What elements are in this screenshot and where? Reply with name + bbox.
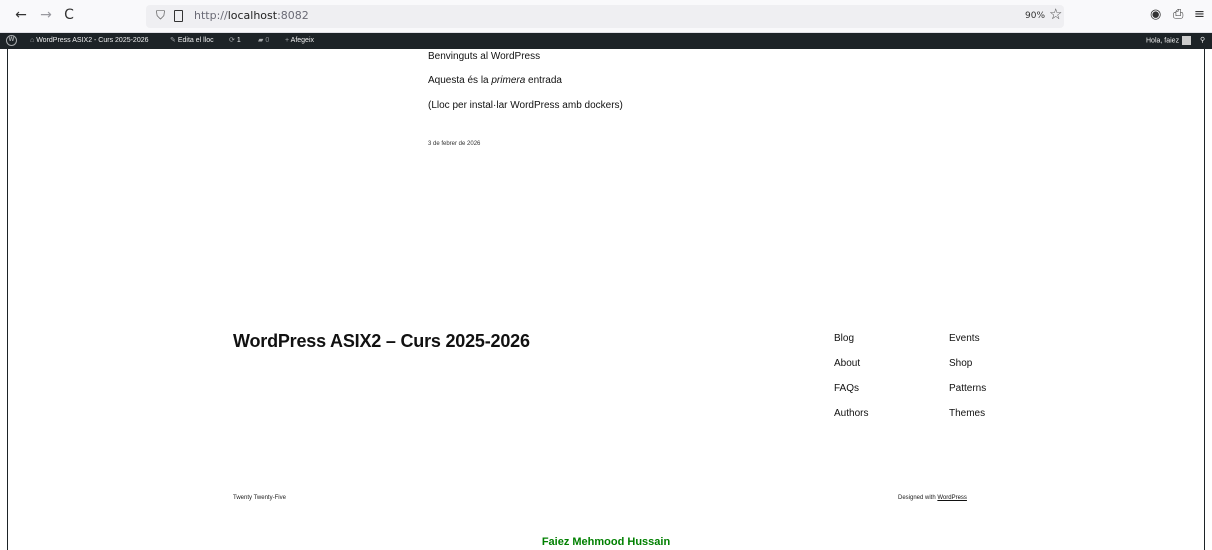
wordpress-link[interactable]: WordPress [937,495,967,501]
post-paragraph-1-emphasis: primera [491,75,526,86]
footer-link-events[interactable]: Events [949,333,980,344]
admin-bar-site-name: WordPress ASIX2 - Curs 2025-2026 [36,37,149,44]
url-host: localhost [227,9,278,22]
footer-designed-with: Designed with WordPress [898,495,967,501]
footer-link-authors[interactable]: Authors [834,408,868,419]
viewport-right-edge [1204,49,1205,550]
admin-bar-new-label: Afegeix [290,37,315,44]
footer-link-about[interactable]: About [834,358,860,369]
author-credit: Faiez Mehmood Hussain [541,536,671,548]
footer-link-blog[interactable]: Blog [834,333,854,344]
wp-admin-bar: W ⌂ WordPress ASIX2 - Curs 2025-2026 ✎ E… [0,33,1212,49]
comments-count: 0 [265,37,270,44]
dashboard-icon: ⌂ [30,37,35,44]
brush-icon: ✎ [170,37,176,44]
comment-icon: ▰ [258,37,264,44]
bookmark-star-icon[interactable]: ☆ [1049,5,1062,23]
zoom-level[interactable]: 90% [1025,11,1045,21]
shield-icon[interactable]: ⛉ [156,8,165,23]
footer-link-patterns[interactable]: Patterns [949,383,986,394]
plus-icon: + [285,37,290,44]
footer-link-faqs[interactable]: FAQs [834,383,859,394]
extensions-icon[interactable]: ⎙ [1173,7,1183,22]
reload-button[interactable]: C [60,6,78,24]
footer-site-title[interactable]: WordPress ASIX2 – Curs 2025-2026 [233,331,530,352]
admin-bar-account[interactable]: Hola, faiez [1146,36,1192,46]
back-button[interactable]: ← [12,6,30,24]
wordpress-logo-icon[interactable]: W [6,35,17,46]
admin-bar-edit-site[interactable]: ✎ Edita el lloc [170,36,214,46]
url-port: :8082 [277,9,309,22]
post-paragraph-1-end: entrada [525,75,562,86]
avatar [1182,36,1192,45]
forward-button[interactable]: → [37,6,55,24]
designed-with-text: Designed with [898,495,938,501]
viewport-left-edge [7,49,8,550]
account-icon[interactable]: ◉ [1150,7,1161,22]
post-paragraph-2: (Lloc per instal·lar WordPress amb docke… [428,100,623,111]
admin-bar-search-icon[interactable]: ⚲ [1200,36,1205,46]
admin-bar-site-link[interactable]: ⌂ WordPress ASIX2 - Curs 2025-2026 [30,36,149,46]
footer-link-themes[interactable]: Themes [949,408,985,419]
admin-bar-comments[interactable]: ▰ 0 [258,36,269,46]
post-date[interactable]: 3 de febrer de 2026 [428,141,480,147]
admin-bar-new[interactable]: + Afegeix [285,36,314,46]
post-paragraph-1-start: Aquesta és la [428,75,492,86]
admin-bar-greeting: Hola, faiez [1146,37,1180,45]
footer-link-shop[interactable]: Shop [949,358,972,369]
post-paragraph-1: Aquesta és la primera entrada [428,75,562,86]
footer-theme-name: Twenty Twenty-Five [233,495,286,501]
url-bar[interactable]: ⛉ http://localhost:8082 ☆ [146,5,1064,28]
page-icon [174,10,183,22]
url-text[interactable]: http://localhost:8082 [194,9,309,22]
admin-bar-edit-label: Edita el lloc [177,37,214,44]
admin-bar-updates[interactable]: ⟳ 1 [229,36,241,46]
menu-icon[interactable]: ≡ [1194,7,1205,22]
url-prefix: http:// [194,9,228,22]
post-title-line: Benvinguts al WordPress [428,51,541,62]
updates-icon: ⟳ [229,37,235,44]
updates-count: 1 [236,37,241,44]
browser-toolbar: ← → C ⛉ http://localhost:8082 ☆ 90% ◉ ⎙ … [0,0,1212,33]
